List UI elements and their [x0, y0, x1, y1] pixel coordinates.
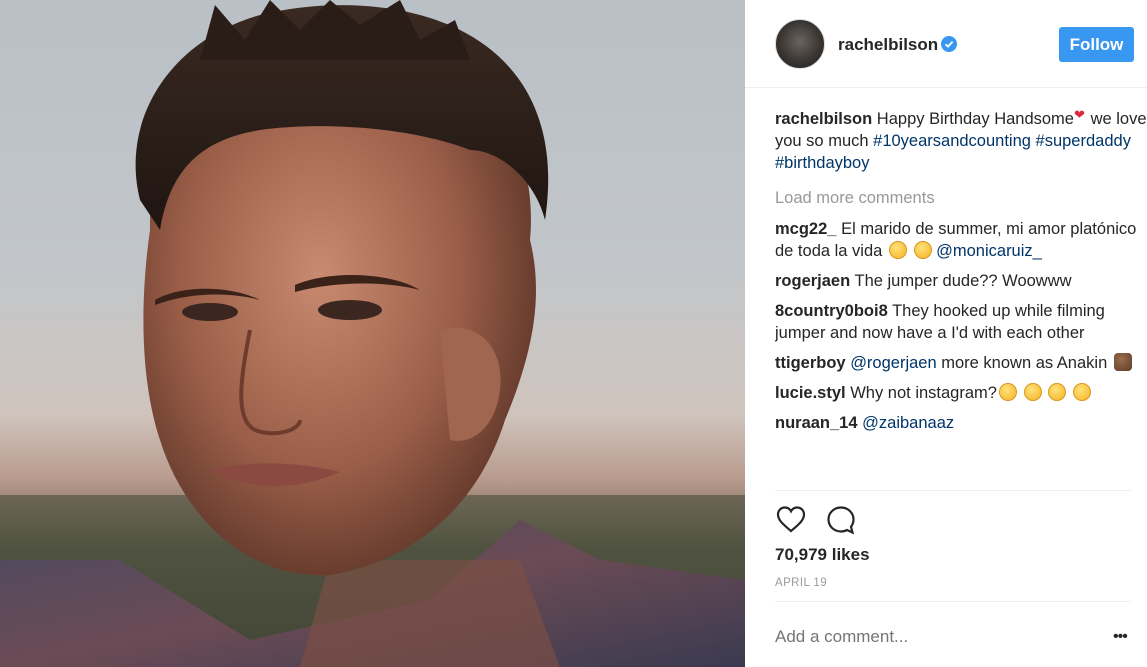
crying-face-emoji-icon	[1023, 383, 1042, 401]
heart-icon[interactable]	[775, 504, 807, 536]
face-emoji-icon	[913, 241, 932, 259]
comment-item: nuraan_14 @zaibanaaz	[775, 412, 1147, 434]
hashtag-link[interactable]: #10yearsandcounting	[873, 132, 1031, 150]
comment-text: more known as Anakin	[941, 354, 1108, 372]
comment-username[interactable]: nuraan_14	[775, 414, 858, 432]
comment-item: 8country0boi8 They hooked up while filmi…	[775, 300, 1147, 344]
caption: rachelbilson Happy Birthday Handsome❤ we…	[775, 108, 1147, 174]
face-emoji-icon	[998, 383, 1017, 401]
comment-username[interactable]: 8country0boi8	[775, 302, 888, 320]
more-options-button[interactable]: •••	[1113, 628, 1128, 646]
mention-link[interactable]: @rogerjaen	[850, 354, 936, 372]
comment-bubble-icon[interactable]	[825, 504, 857, 536]
portrait-illustration	[0, 0, 745, 667]
mention-link[interactable]: @monicaruiz_	[936, 242, 1042, 260]
comment-username[interactable]: rogerjaen	[775, 272, 850, 290]
post-date[interactable]: APRIL 19	[775, 577, 827, 589]
comment-item: ttigerboy @rogerjaen more known as Anaki…	[775, 352, 1147, 374]
crying-face-emoji-icon	[1048, 383, 1067, 401]
post-header: rachelbilson Follow	[745, 0, 1147, 88]
face-emoji-icon	[888, 241, 907, 259]
comment-item: rogerjaen The jumper dude?? Woowww	[775, 270, 1147, 292]
post-photo[interactable]	[0, 0, 745, 667]
hashtag-link[interactable]: #birthdayboy	[775, 154, 869, 172]
divider	[775, 490, 1131, 491]
header-username[interactable]: rachelbilson	[838, 35, 938, 55]
load-more-comments-link[interactable]: Load more comments	[775, 187, 1147, 209]
comment-username[interactable]: ttigerboy	[775, 354, 846, 372]
comment-username[interactable]: mcg22_	[775, 220, 836, 238]
post-sidebar: rachelbilson Follow rachelbilson Happy B…	[745, 0, 1147, 667]
verified-badge-icon	[941, 36, 957, 52]
comment-text: The jumper dude?? Woowww	[854, 272, 1072, 290]
hashtag-link[interactable]: #superdaddy	[1036, 132, 1131, 150]
avatar[interactable]	[775, 19, 825, 69]
comment-text: Why not instagram?	[850, 384, 997, 402]
comment-item: lucie.styl Why not instagram?	[775, 382, 1147, 404]
comment-username[interactable]: lucie.styl	[775, 384, 846, 402]
raised-hands-emoji-icon	[1113, 353, 1132, 371]
heart-eyes-emoji-icon	[1072, 383, 1091, 401]
add-comment-input[interactable]	[775, 626, 1105, 648]
comment-list[interactable]: rachelbilson Happy Birthday Handsome❤ we…	[775, 108, 1147, 490]
comment-item: mcg22_ El marido de summer, mi amor plat…	[775, 218, 1147, 262]
caption-username[interactable]: rachelbilson	[775, 110, 872, 128]
follow-button[interactable]: Follow	[1059, 27, 1134, 62]
divider	[775, 601, 1131, 602]
mention-link[interactable]: @zaibanaaz	[862, 414, 954, 432]
likes-count[interactable]: 70,979 likes	[775, 545, 870, 565]
caption-text: Happy Birthday Handsome	[876, 110, 1074, 128]
heart-emoji-icon: ❤	[1073, 108, 1085, 122]
